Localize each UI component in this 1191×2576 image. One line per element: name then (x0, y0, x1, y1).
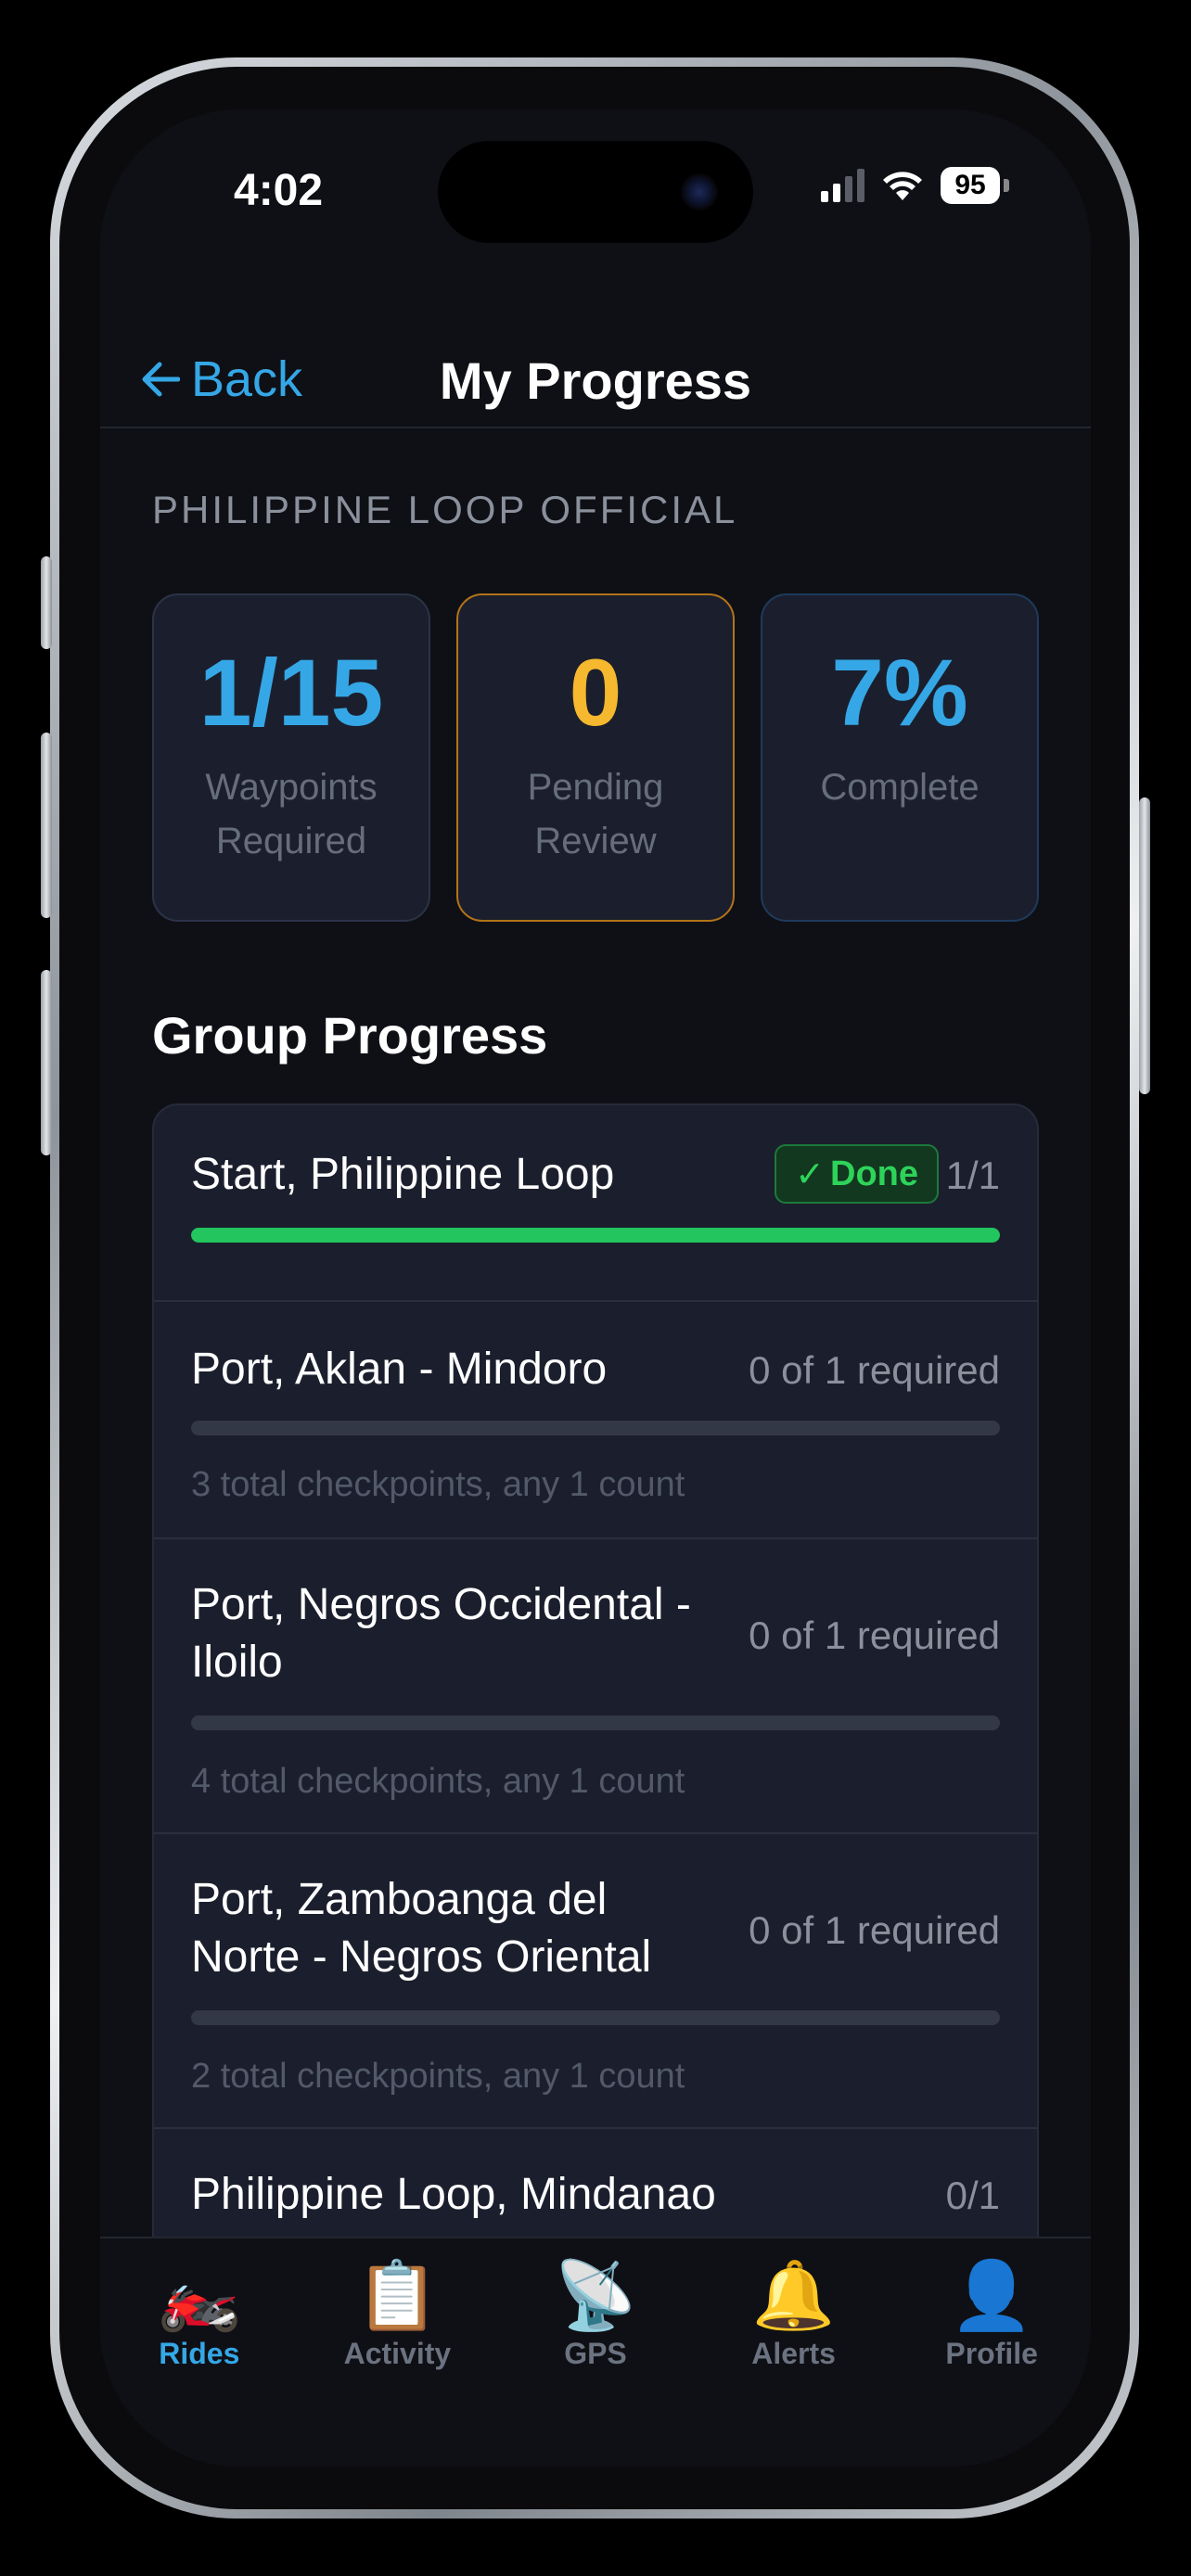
power-button (1139, 797, 1150, 1094)
tab-label: Activity (343, 2337, 452, 2370)
volume-down-button (41, 970, 52, 1155)
group-required: 0 of 1 required (749, 1613, 1000, 1657)
ride-name-label: PHILIPPINE LOOP OFFICIAL (152, 488, 738, 531)
group-name: Port, Zamboanga del Norte - Negros Orien… (191, 1871, 748, 1986)
tab-gps[interactable]: 📡 GPS (496, 2238, 695, 2467)
navigation-bar: Back My Progress (100, 313, 1091, 428)
user-icon: 👤 (950, 2259, 1033, 2333)
tab-label: Alerts (751, 2337, 836, 2370)
group-name: Port, Negros Occidental - Iloilo (191, 1576, 748, 1691)
stat-card-waypoints: 1/15 Waypoints Required (152, 593, 430, 922)
group-row-aklan-mindoro[interactable]: Port, Aklan - Mindoro 0 of 1 required 3 … (154, 1302, 1037, 1539)
satellite-dish-icon: 📡 (554, 2259, 637, 2333)
group-name: Philippine Loop, Mindanao (191, 2170, 716, 2219)
group-count: 0/1 (945, 2174, 1000, 2217)
bell-icon: 🔔 (751, 2259, 836, 2333)
action-button (41, 556, 52, 649)
wifi-icon (883, 172, 922, 200)
clipboard-icon: 📋 (355, 2259, 440, 2333)
tab-profile[interactable]: 👤 Profile (892, 2238, 1091, 2467)
group-name: Start, Philippine Loop (191, 1150, 615, 1199)
progress-bar (191, 1715, 1000, 1730)
stat-card-complete: 7% Complete (761, 593, 1039, 922)
stat-value: 7% (831, 640, 968, 746)
dynamic-island (438, 141, 753, 243)
tab-label: Rides (159, 2337, 240, 2370)
stat-card-pending: 0 Pending Review (456, 593, 735, 922)
checkmark-icon: ✓ (795, 1154, 825, 1194)
motorcycle-icon: 🏍️ (157, 2259, 241, 2333)
stats-row: 1/15 Waypoints Required 0 Pending Review… (152, 593, 1039, 922)
battery-icon: 95 (941, 167, 1000, 204)
group-progress-heading: Group Progress (152, 1006, 548, 1065)
group-name: Port, Aklan - Mindoro (191, 1345, 608, 1394)
group-row-negros-iloilo[interactable]: Port, Negros Occidental - Iloilo 0 of 1 … (154, 1539, 1037, 1834)
stat-label: Waypoints Required (205, 767, 378, 861)
stat-label: Pending Review (527, 767, 664, 861)
stat-label: Complete (820, 767, 980, 808)
tab-bar: 🏍️ Rides 📋 Activity 📡 GPS 🔔 Alerts 👤 Pro… (100, 2237, 1091, 2467)
progress-bar (191, 1421, 1000, 1435)
tab-label: GPS (564, 2337, 627, 2370)
battery-nub (1004, 179, 1009, 192)
stat-value: 0 (569, 640, 622, 746)
done-badge-label: Done (830, 1154, 918, 1193)
group-name-line: Iloilo (191, 1638, 283, 1687)
camera-icon (681, 173, 718, 210)
cellular-signal-icon (821, 169, 864, 202)
group-note: 2 total checkpoints, any 1 count (191, 2057, 685, 2096)
group-progress-list: Start, Philippine Loop ✓ Done 1/1 Port, … (152, 1103, 1039, 2402)
group-row-start[interactable]: Start, Philippine Loop ✓ Done 1/1 (154, 1105, 1037, 1302)
tab-label: Profile (945, 2337, 1038, 2370)
progress-bar (191, 1228, 1000, 1243)
tab-alerts[interactable]: 🔔 Alerts (695, 2238, 893, 2467)
status-time: 4:02 (234, 166, 324, 215)
group-row-zamboanga-negros[interactable]: Port, Zamboanga del Norte - Negros Orien… (154, 1834, 1037, 2129)
page-title: My Progress (439, 351, 752, 410)
group-name-line: Norte - Negros Oriental (191, 1932, 652, 1982)
tab-rides[interactable]: 🏍️ Rides (100, 2238, 299, 2467)
tab-activity[interactable]: 📋 Activity (299, 2238, 497, 2467)
group-note: 4 total checkpoints, any 1 count (191, 1762, 685, 1801)
progress-bar (191, 2010, 1000, 2025)
group-name-line: Port, Zamboanga del (191, 1875, 608, 1924)
done-badge: ✓ Done (775, 1144, 939, 1204)
group-required: 0 of 1 required (749, 1348, 1000, 1392)
group-count: 1/1 (945, 1154, 1000, 1197)
group-name-line: Port, Negros Occidental - (191, 1580, 691, 1629)
group-note: 3 total checkpoints, any 1 count (191, 1465, 685, 1504)
screen: 4:02 95 Back My Progress PHILIPPINE LOOP… (100, 109, 1091, 2467)
volume-up-button (41, 733, 52, 918)
group-required: 0 of 1 required (749, 1908, 1000, 1952)
stat-value: 1/15 (198, 640, 384, 746)
progress-bar-fill (191, 1228, 1000, 1243)
status-icons: 95 (821, 167, 1009, 204)
